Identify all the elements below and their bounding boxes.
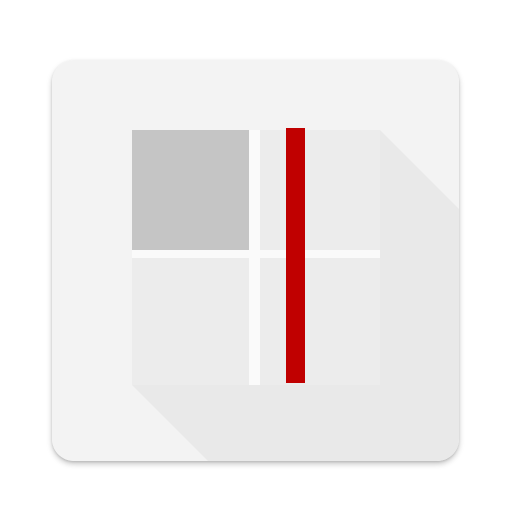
tile-bottom-right [260,258,380,385]
tile-top-left [132,130,249,250]
red-divider-bar [286,128,305,383]
grid-layout-icon [52,60,459,461]
app-icon[interactable] [52,60,459,461]
tile-bottom-left [132,258,249,385]
tile-top-right [260,130,380,250]
icon-canvas [0,0,512,512]
